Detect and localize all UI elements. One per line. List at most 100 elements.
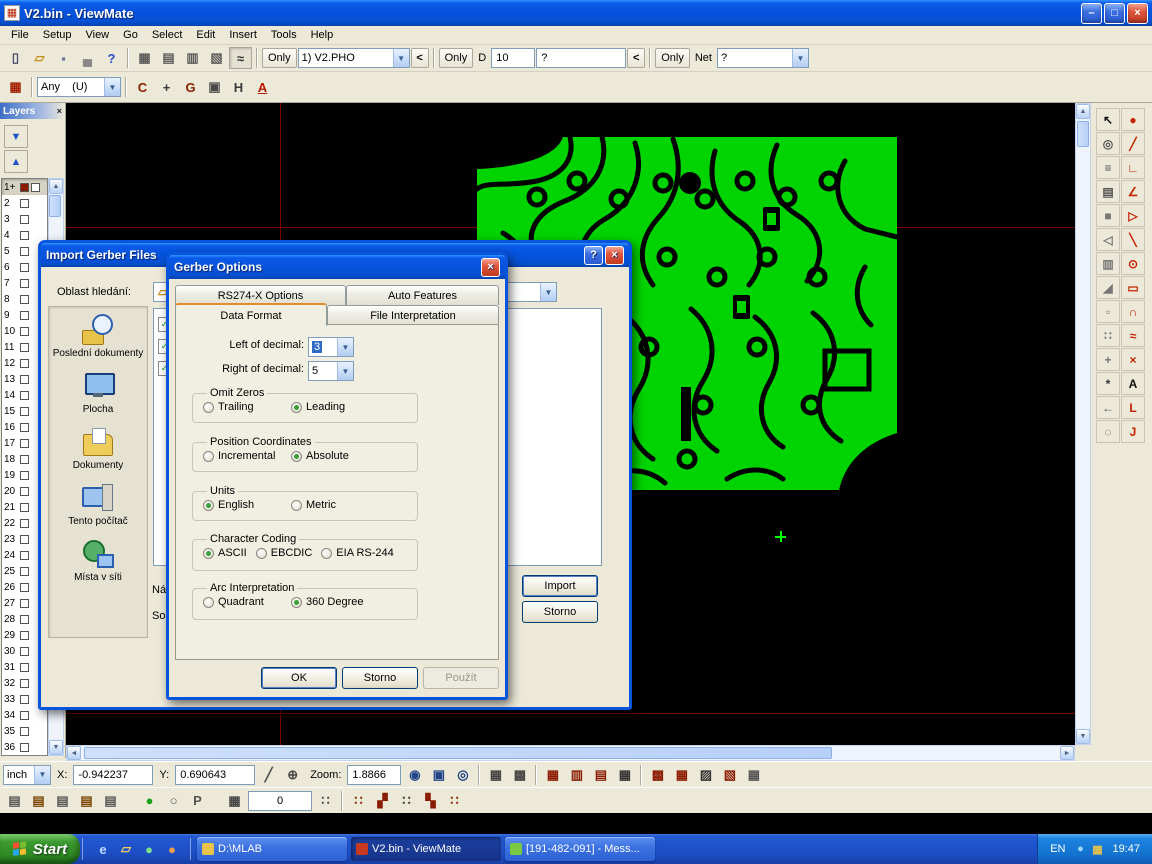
- text-aperture-icon[interactable]: A: [251, 76, 274, 98]
- layer-visible-checkbox[interactable]: [20, 359, 29, 368]
- lamp-off-icon[interactable]: ○: [162, 790, 185, 812]
- close-icon[interactable]: ×: [605, 246, 624, 265]
- layer-visible-checkbox[interactable]: [20, 215, 29, 224]
- scroll-up-icon[interactable]: ▲: [1076, 104, 1090, 119]
- active-layer-color-icon[interactable]: [20, 183, 29, 192]
- layer-visible-checkbox[interactable]: [20, 279, 29, 288]
- radio-ascii[interactable]: ASCII: [203, 547, 247, 559]
- slant-line-tool-icon[interactable]: ╲: [1121, 228, 1145, 251]
- vertical-scrollbar[interactable]: ▲ ▼: [1075, 103, 1091, 745]
- layer-visible-checkbox[interactable]: [20, 327, 29, 336]
- layer-visible-checkbox[interactable]: [20, 455, 29, 464]
- chevron-down-icon[interactable]: ▼: [540, 283, 556, 301]
- previous-dcode-button[interactable]: <: [627, 48, 645, 68]
- grid-dots-icon[interactable]: ▦: [484, 764, 507, 786]
- cut-tool-icon[interactable]: ×: [1121, 348, 1145, 371]
- triangle-tool-icon[interactable]: ▷: [1121, 204, 1145, 227]
- y-coordinate-field[interactable]: 0.690643: [175, 765, 255, 785]
- menu-item-tools[interactable]: Tools: [264, 27, 304, 43]
- only-layer-toggle[interactable]: Only: [262, 48, 297, 68]
- radio-leading[interactable]: Leading: [291, 401, 379, 413]
- pan-center-icon[interactable]: +: [155, 76, 178, 98]
- ruler-bar-icon-5[interactable]: ▤: [99, 790, 122, 812]
- pointer-tool-icon[interactable]: ↖: [1096, 108, 1120, 131]
- radio-eia-rs-244[interactable]: EIA RS-244: [321, 547, 393, 559]
- cancel-button[interactable]: Storno: [342, 667, 418, 689]
- horizontal-scroll-thumb[interactable]: [84, 747, 832, 759]
- help-icon[interactable]: ?: [584, 246, 603, 265]
- chevron-down-icon[interactable]: ▼: [792, 49, 808, 67]
- layer-visible-checkbox[interactable]: [20, 711, 29, 720]
- menu-item-select[interactable]: Select: [145, 27, 190, 43]
- show-desktop-icon[interactable]: ▱: [116, 839, 136, 859]
- g-code-icon[interactable]: G: [179, 76, 202, 98]
- layer-row-36[interactable]: 36: [2, 739, 47, 755]
- ruler-bar-icon-3[interactable]: ▤: [51, 790, 74, 812]
- place-desktop[interactable]: Plocha: [51, 369, 145, 415]
- l-shape-tool-icon[interactable]: L: [1121, 396, 1145, 419]
- layer-visible-checkbox[interactable]: [20, 439, 29, 448]
- pad-pattern-icon-1[interactable]: ∷: [347, 790, 370, 812]
- chevron-down-icon[interactable]: ▼: [104, 78, 120, 96]
- net-list-icon[interactable]: ▦: [670, 764, 693, 786]
- layer-visible-checkbox[interactable]: [31, 183, 40, 192]
- item-query-icon[interactable]: ▤: [157, 47, 180, 69]
- chevron-down-icon[interactable]: ▼: [34, 766, 50, 784]
- task-v2-bin-viewmate[interactable]: V2.bin - ViewMate: [351, 837, 501, 861]
- layer-row-35[interactable]: 35: [2, 723, 47, 739]
- dcode-list-icon[interactable]: ▥: [565, 764, 588, 786]
- dcode-filter-input[interactable]: ?: [536, 48, 626, 68]
- dcode-table-icon[interactable]: ▦: [541, 764, 564, 786]
- menu-item-help[interactable]: Help: [304, 27, 341, 43]
- layer-select-combo[interactable]: 1) V2.PHO ▼: [298, 48, 410, 68]
- tray-app-icon[interactable]: ▦: [1089, 841, 1105, 857]
- ruler-bar-icon-2[interactable]: ▤: [27, 790, 50, 812]
- messenger-icon[interactable]: ●: [139, 839, 159, 859]
- origin-target-icon[interactable]: ⊕: [281, 764, 304, 786]
- import-cancel-button[interactable]: Storno: [522, 601, 598, 623]
- order-tool-icon[interactable]: ▥: [1096, 252, 1120, 275]
- apply-button[interactable]: Použít: [423, 667, 499, 689]
- menu-item-edit[interactable]: Edit: [189, 27, 222, 43]
- radio-ebcdic[interactable]: EBCDIC: [256, 547, 313, 559]
- x-coordinate-field[interactable]: -0.942237: [73, 765, 153, 785]
- scroll-right-icon[interactable]: ►: [1060, 746, 1074, 760]
- clock[interactable]: 19:47: [1112, 843, 1140, 855]
- title-bar[interactable]: ▦ V2.bin - ViewMate – □ ×: [0, 0, 1152, 26]
- menu-item-insert[interactable]: Insert: [222, 27, 264, 43]
- layers-scroll-thumb[interactable]: [49, 195, 61, 217]
- place-computer[interactable]: Tento počítač: [51, 481, 145, 527]
- browser-icon[interactable]: ●: [162, 839, 182, 859]
- zoom-value-field[interactable]: 1.8866: [347, 765, 401, 785]
- scroll-down-icon[interactable]: ▼: [49, 740, 63, 755]
- layer-visible-checkbox[interactable]: [20, 615, 29, 624]
- minimize-button[interactable]: –: [1081, 3, 1102, 24]
- layer-visible-checkbox[interactable]: [20, 743, 29, 752]
- film-tool-icon[interactable]: ▤: [1096, 180, 1120, 203]
- right-of-decimal-combo[interactable]: 5 ▼: [308, 361, 354, 381]
- step-repeat-tool-icon[interactable]: ▫: [1096, 300, 1120, 323]
- highlight-icon[interactable]: ▥: [181, 47, 204, 69]
- menu-item-file[interactable]: File: [4, 27, 36, 43]
- redraw-tool-icon[interactable]: ◎: [1096, 132, 1120, 155]
- net-select-combo[interactable]: ? ▼: [717, 48, 809, 68]
- layer-visible-checkbox[interactable]: [20, 231, 29, 240]
- layer-visible-checkbox[interactable]: [20, 647, 29, 656]
- text-tool-icon[interactable]: A: [1121, 372, 1145, 395]
- task-191-482-091-mess[interactable]: [191-482-091] - Mess...: [505, 837, 655, 861]
- radio-absolute[interactable]: Absolute: [291, 450, 379, 462]
- measure-distance-icon[interactable]: ╱: [257, 764, 280, 786]
- ruler-bar-icon-1[interactable]: ▤: [3, 790, 26, 812]
- scroll-down-icon[interactable]: ▼: [1076, 729, 1090, 744]
- layer-visible-checkbox[interactable]: [20, 391, 29, 400]
- layer-visible-checkbox[interactable]: [20, 343, 29, 352]
- previous-layer-button[interactable]: <: [411, 48, 429, 68]
- aperture-table-icon[interactable]: ▦: [4, 76, 27, 98]
- dcode-dark-icon[interactable]: ▦: [613, 764, 636, 786]
- close-button[interactable]: ×: [1127, 3, 1148, 24]
- chevron-down-icon[interactable]: ▼: [393, 49, 409, 67]
- layer-down-icon[interactable]: ▼: [4, 125, 28, 148]
- circle-tool-icon[interactable]: ⊙: [1121, 252, 1145, 275]
- place-recent[interactable]: Poslední dokumenty: [51, 313, 145, 359]
- pad-pattern-icon-2[interactable]: ▞: [371, 790, 394, 812]
